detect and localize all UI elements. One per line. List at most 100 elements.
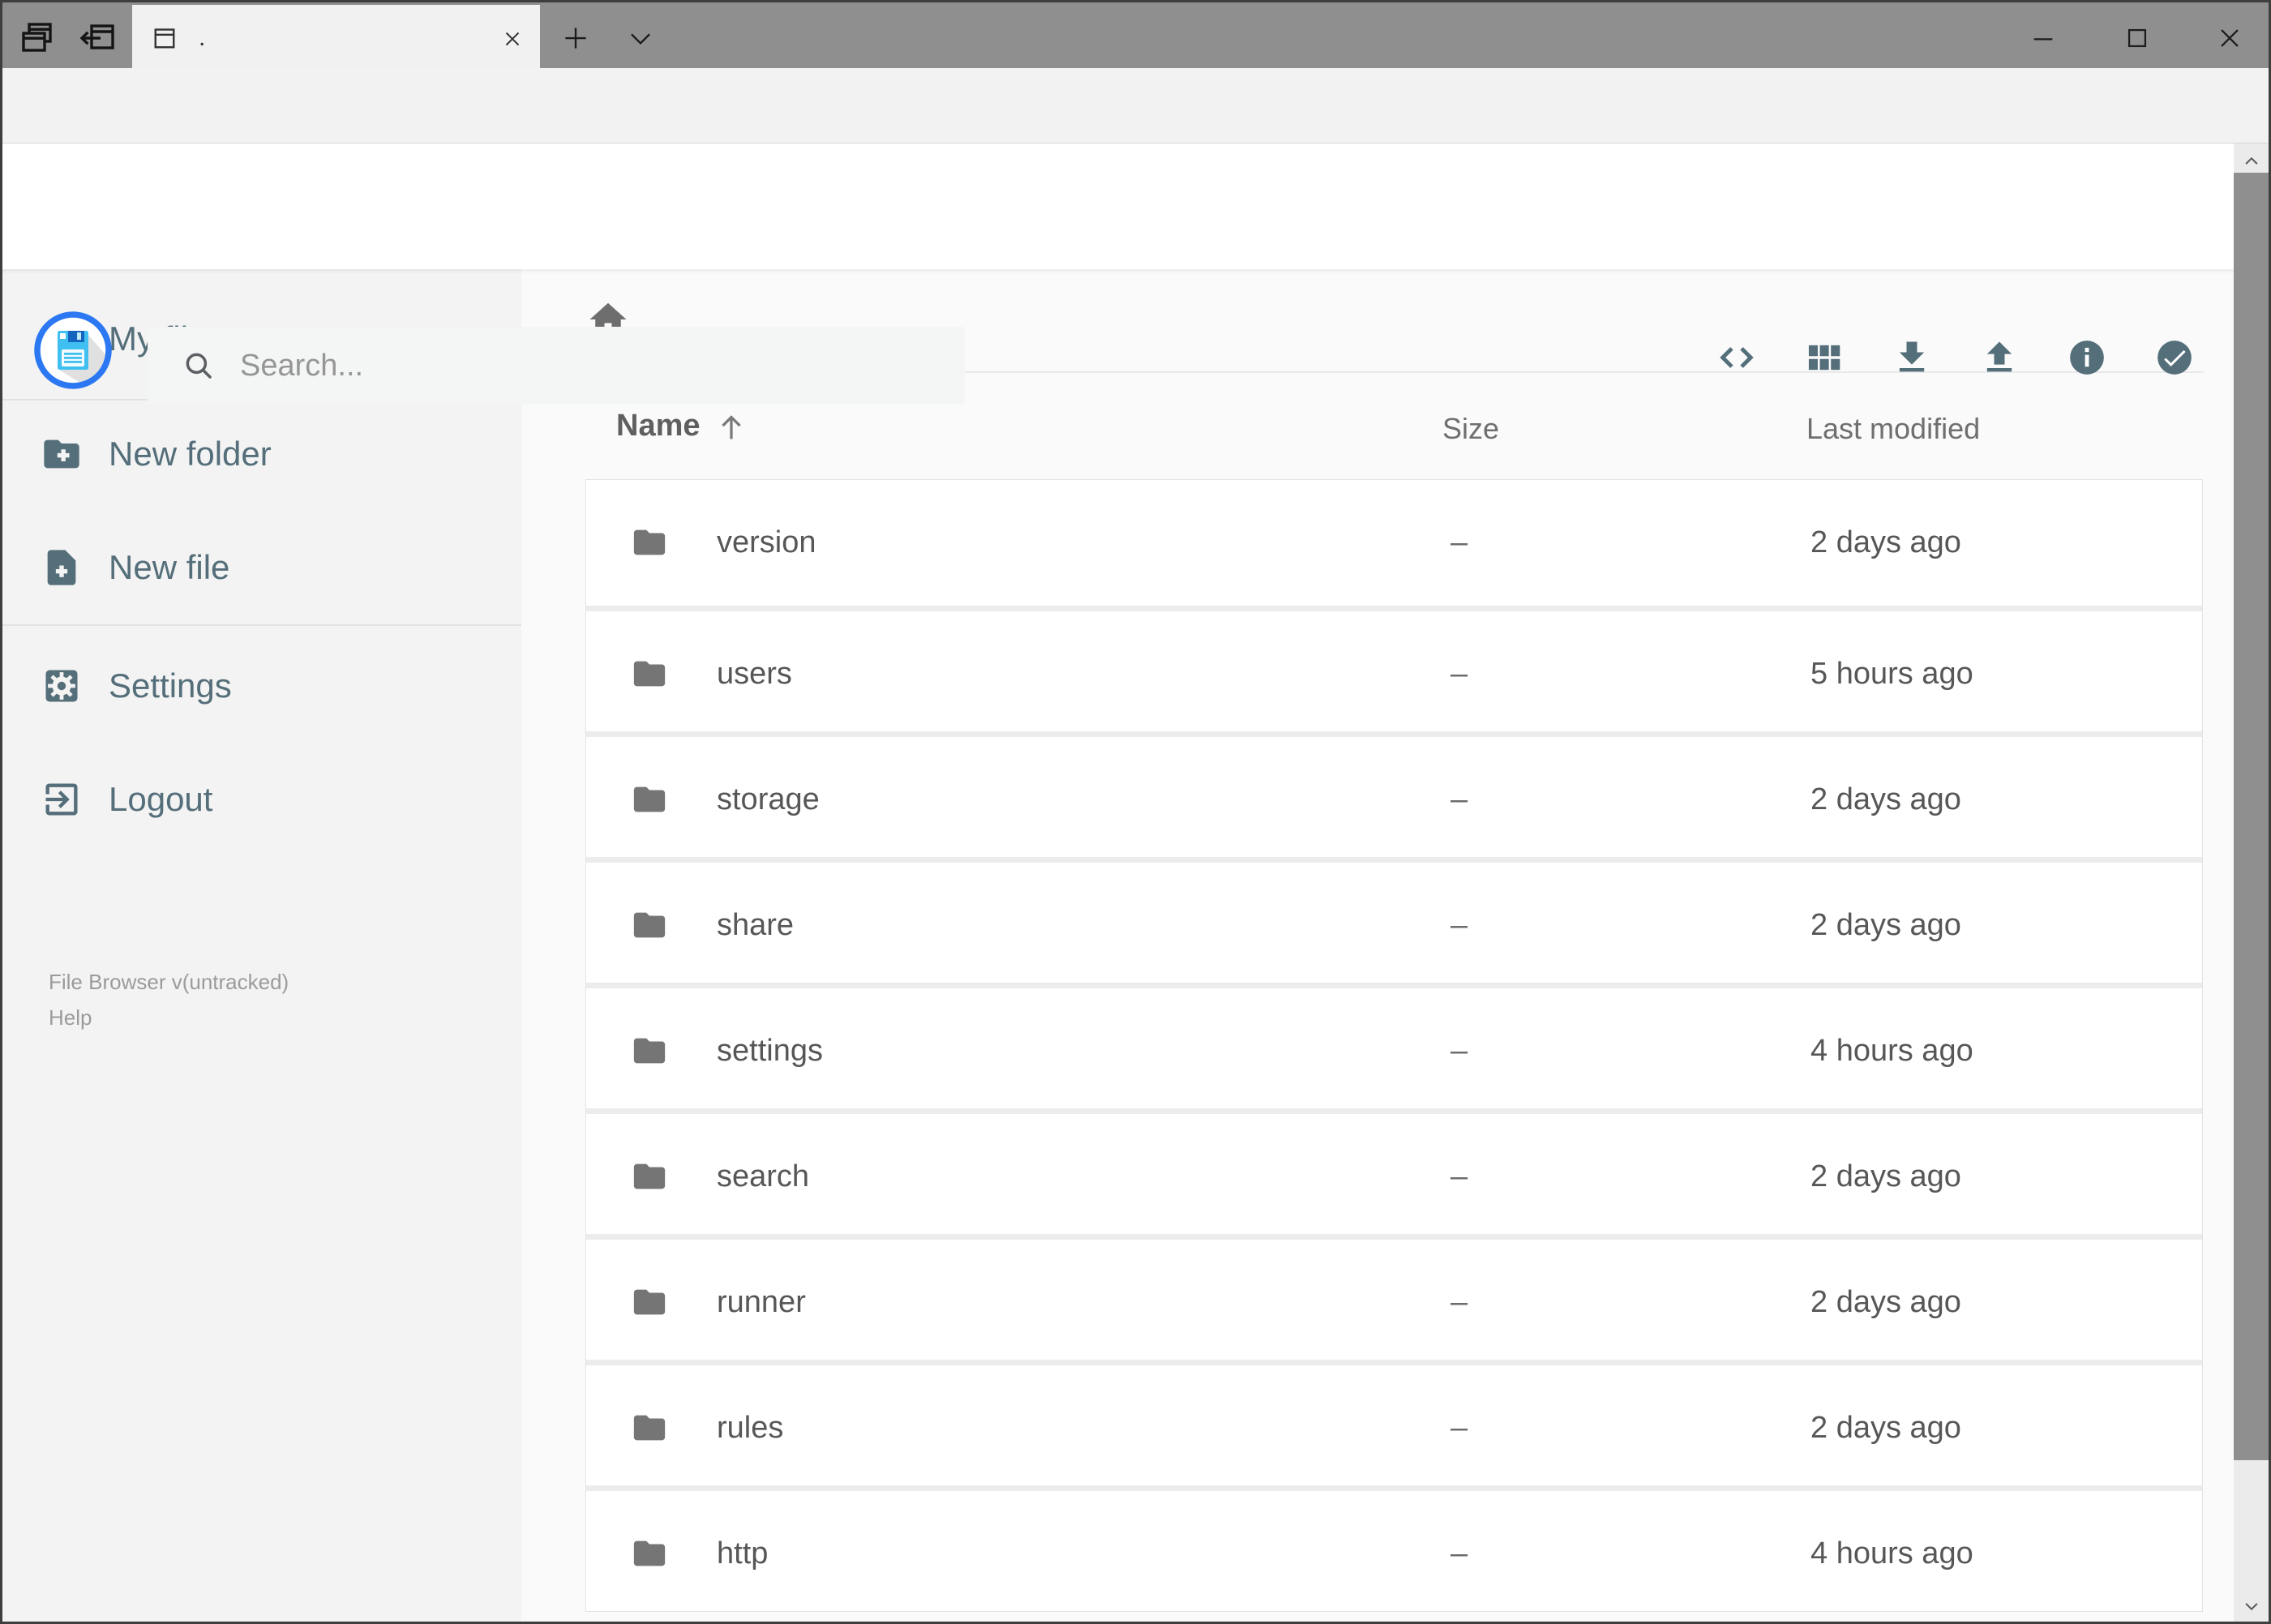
- tab-close-button[interactable]: [496, 23, 529, 55]
- file-row[interactable]: share – 2 days ago: [586, 857, 2202, 983]
- maximize-button[interactable]: [2098, 5, 2176, 71]
- tab-preview-button[interactable]: [15, 15, 60, 61]
- download-button[interactable]: [1879, 325, 1944, 390]
- chevron-up-icon: [2244, 156, 2258, 165]
- row-name: search: [717, 1159, 810, 1193]
- shell-toggle-button[interactable]: [1704, 325, 1769, 390]
- row-size: –: [1450, 1034, 1468, 1068]
- row-name: rules: [717, 1411, 784, 1445]
- maximize-icon: [2127, 28, 2147, 47]
- download-icon: [1899, 341, 1925, 372]
- plus-icon: [565, 28, 586, 49]
- row-size: –: [1450, 525, 1468, 559]
- sidebar: My files New folder New file: [0, 269, 521, 1624]
- row-modified: 2 days ago: [1810, 1285, 1961, 1319]
- row-size: –: [1450, 908, 1468, 942]
- row-size: –: [1450, 1536, 1468, 1570]
- sidebar-item-label: Logout: [109, 780, 213, 818]
- scroll-down-button[interactable]: [2234, 1588, 2269, 1624]
- row-size: –: [1450, 1285, 1468, 1319]
- check-circle-icon: [2157, 341, 2192, 375]
- row-modified: 2 days ago: [1810, 1411, 1961, 1445]
- file-row[interactable]: runner – 2 days ago: [586, 1234, 2202, 1360]
- folder-icon: [633, 1163, 666, 1189]
- sidebar-item-label: Settings: [109, 666, 232, 705]
- sort-ascending-icon[interactable]: [713, 409, 750, 446]
- row-modified: 5 hours ago: [1810, 657, 1973, 691]
- row-name: settings: [717, 1034, 823, 1068]
- row-modified: 2 days ago: [1810, 525, 1961, 559]
- sidebar-item-logout[interactable]: Logout: [0, 754, 521, 845]
- file-row[interactable]: search – 2 days ago: [586, 1108, 2202, 1234]
- browser-tab[interactable]: .: [132, 5, 540, 71]
- scrollbar[interactable]: [2234, 144, 2269, 1624]
- tab-title: .: [199, 24, 206, 51]
- search-input[interactable]: [148, 327, 965, 405]
- folder-icon: [633, 661, 666, 687]
- scrollbar-thumb[interactable]: [2234, 173, 2269, 1460]
- row-modified: 4 hours ago: [1810, 1536, 1973, 1570]
- folder-icon: [633, 1540, 666, 1566]
- folder-icon: [633, 1415, 666, 1441]
- settings-icon: [45, 670, 78, 702]
- row-size: –: [1450, 1159, 1468, 1193]
- titlebar: .: [0, 0, 2271, 71]
- file-row[interactable]: storage – 2 days ago: [586, 731, 2202, 857]
- upload-button[interactable]: [1967, 325, 2032, 390]
- chevron-down-icon: [631, 33, 650, 45]
- new-folder-icon: [44, 439, 79, 469]
- tab-list-button[interactable]: [621, 19, 660, 58]
- sidebar-item-new-folder[interactable]: New folder: [0, 409, 521, 499]
- folder-icon: [633, 1289, 666, 1315]
- switch-view-button[interactable]: [1792, 325, 1857, 390]
- row-name: runner: [717, 1285, 806, 1319]
- help-link[interactable]: Help: [49, 1004, 92, 1031]
- set-tabs-aside-button[interactable]: [75, 15, 120, 61]
- new-file-icon: [47, 550, 76, 585]
- info-button[interactable]: [2055, 325, 2119, 390]
- file-row[interactable]: rules – 2 days ago: [586, 1360, 2202, 1485]
- search-box: [148, 327, 965, 405]
- divider: [0, 624, 521, 626]
- folder-icon: [633, 912, 666, 938]
- row-size: –: [1450, 782, 1468, 816]
- browser-toolbar: filebrowser.web/files/: [0, 68, 2271, 200]
- select-multiple-button[interactable]: [2142, 325, 2207, 390]
- app-header: [0, 144, 2271, 405]
- row-modified: 2 days ago: [1810, 782, 1961, 816]
- set-aside-icon: [79, 24, 114, 49]
- sidebar-item-settings[interactable]: Settings: [0, 641, 521, 731]
- filebrowser-logo: [34, 311, 112, 389]
- column-header-name[interactable]: Name: [616, 409, 701, 443]
- row-name: http: [717, 1536, 769, 1570]
- row-name: users: [717, 657, 792, 691]
- file-row[interactable]: users – 5 hours ago: [586, 606, 2202, 731]
- close-icon: [505, 32, 520, 46]
- file-row[interactable]: settings – 4 hours ago: [586, 983, 2202, 1108]
- sidebar-item-label: New folder: [109, 435, 272, 473]
- file-row[interactable]: http – 4 hours ago: [586, 1485, 2202, 1611]
- new-tab-button[interactable]: [556, 19, 595, 58]
- row-name: version: [717, 525, 816, 559]
- sidebar-item-new-file[interactable]: New file: [0, 522, 521, 613]
- column-header-modified[interactable]: Last modified: [1806, 412, 1980, 446]
- info-icon: [2070, 341, 2104, 375]
- page-favicon-icon: [154, 28, 175, 48]
- minimize-button[interactable]: [2004, 5, 2082, 71]
- minimize-icon: [2033, 37, 2053, 41]
- column-header-size[interactable]: Size: [1442, 412, 1499, 446]
- row-size: –: [1450, 657, 1468, 691]
- folder-icon: [633, 786, 666, 812]
- row-modified: 4 hours ago: [1810, 1034, 1973, 1068]
- row-size: –: [1450, 1411, 1468, 1445]
- windows-stack-icon: [22, 23, 52, 52]
- close-window-button[interactable]: [2191, 5, 2269, 71]
- grid-view-icon: [1808, 345, 1840, 371]
- folder-icon: [633, 1038, 666, 1064]
- row-modified: 2 days ago: [1810, 1159, 1961, 1193]
- app-version-text: File Browser v(untracked): [49, 970, 289, 994]
- file-row[interactable]: version – 2 days ago: [586, 480, 2202, 606]
- file-list: version – 2 days ago users – 5 hours ago…: [585, 479, 2203, 1612]
- folder-icon: [633, 529, 666, 555]
- row-name: share: [717, 908, 795, 942]
